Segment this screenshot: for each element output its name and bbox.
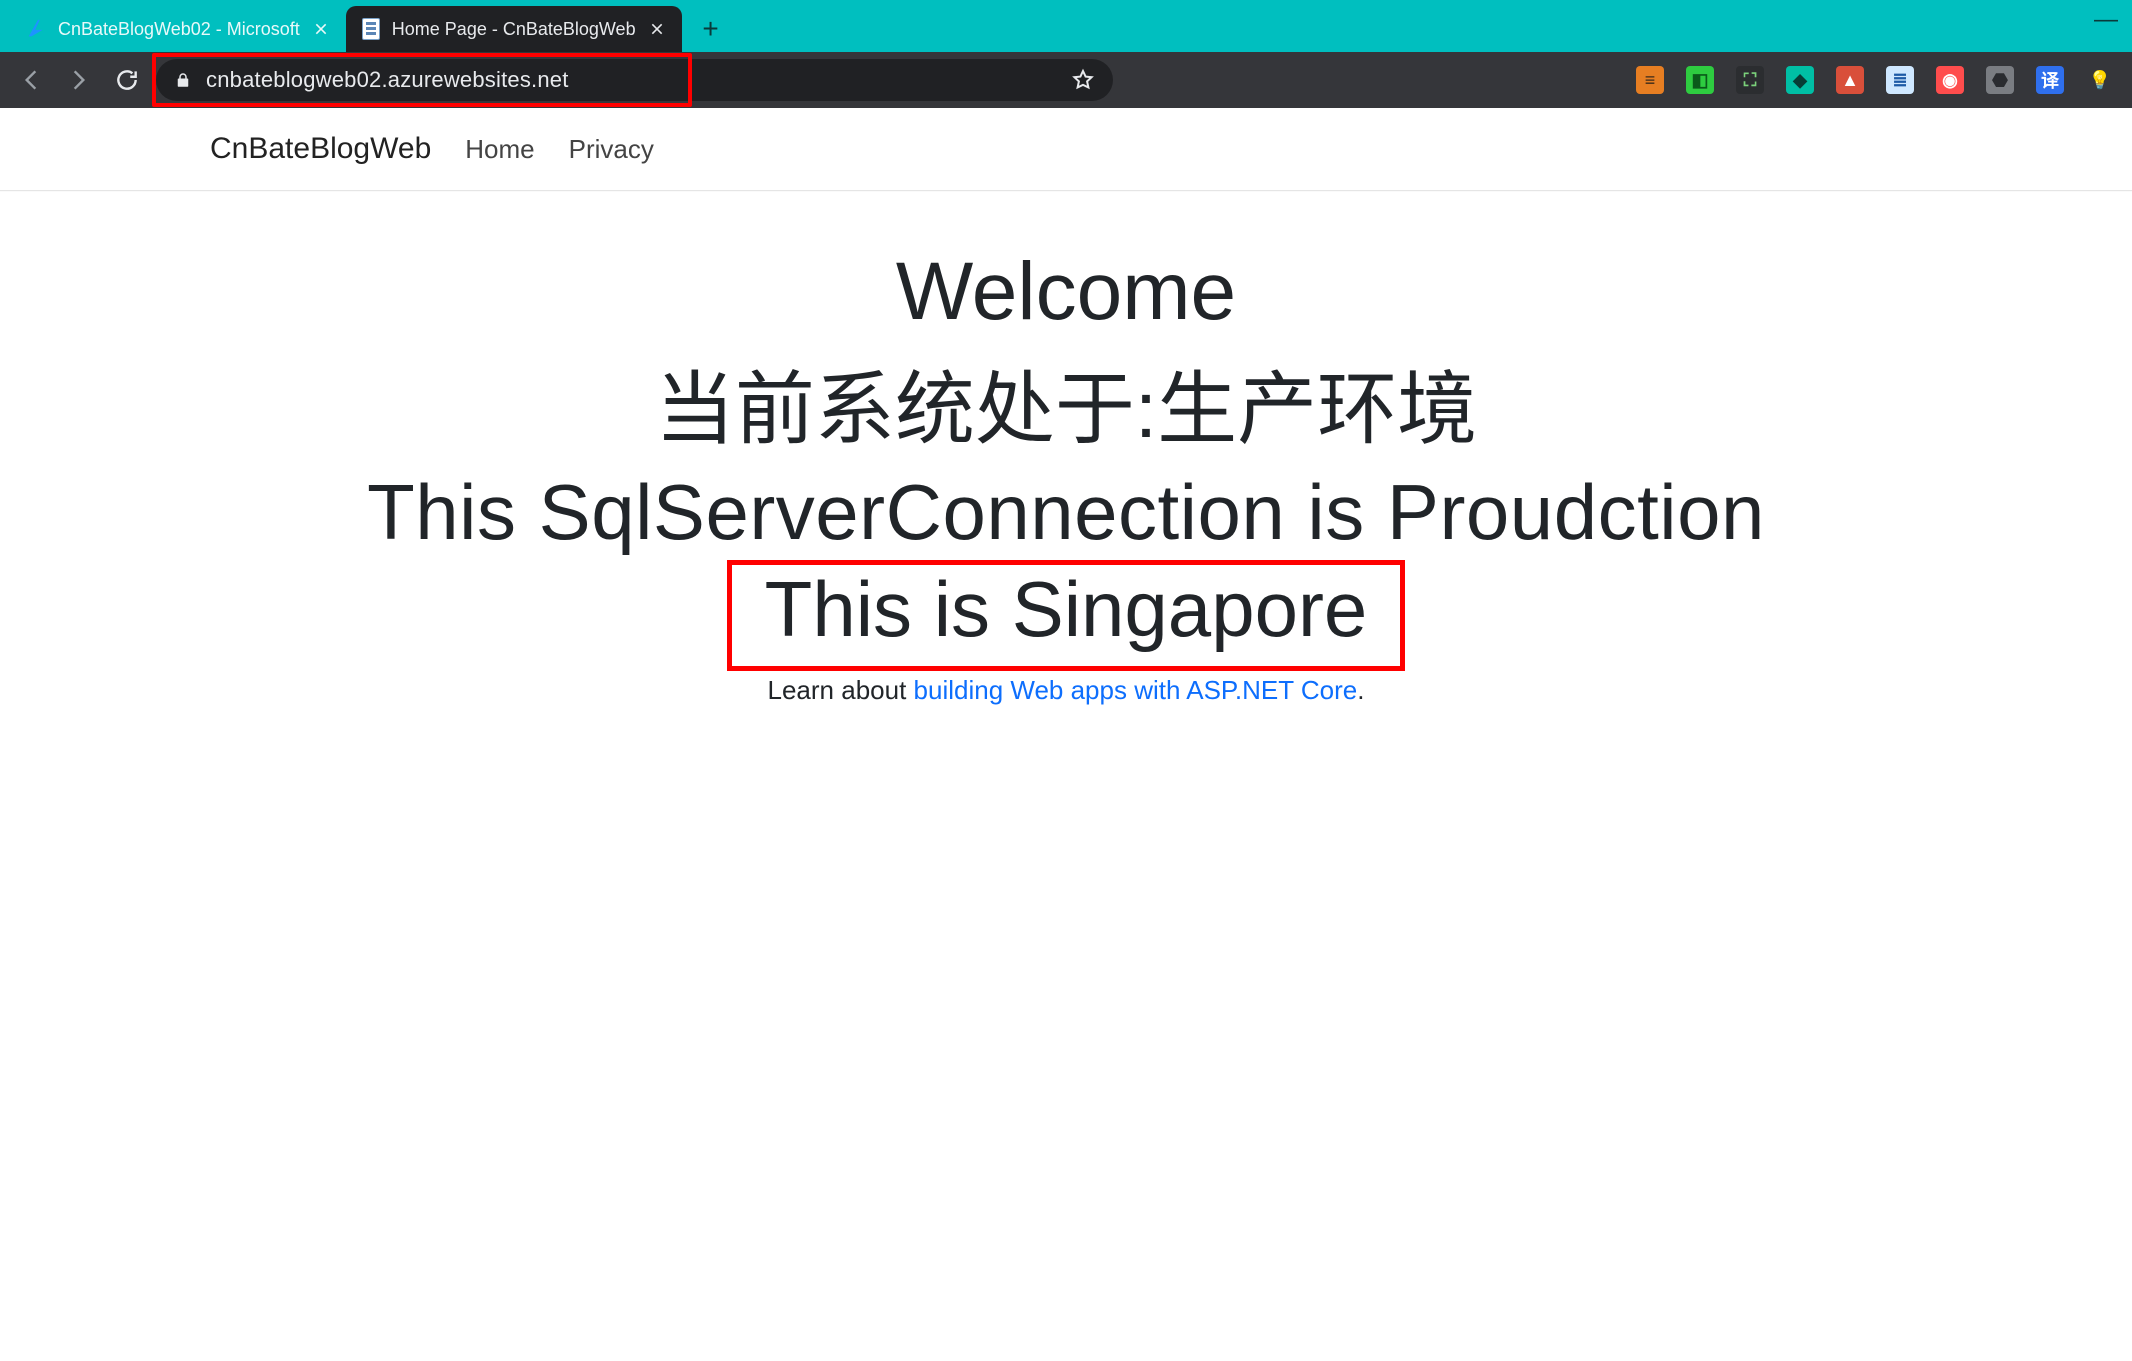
bookmark-star-icon[interactable] — [1071, 68, 1095, 92]
site-header: CnBateBlogWeb Home Privacy — [0, 108, 2132, 191]
extension-2[interactable]: ◧ — [1686, 66, 1714, 94]
learn-suffix: . — [1357, 675, 1364, 705]
page-icon — [360, 18, 382, 40]
extension-7[interactable]: ◉ — [1936, 66, 1964, 94]
azure-icon — [26, 18, 48, 40]
omnibox[interactable]: cnbateblogweb02.azurewebsites.net — [156, 59, 1113, 101]
new-tab-button[interactable]: + — [690, 8, 732, 50]
omnibox-wrap: cnbateblogweb02.azurewebsites.net — [156, 59, 1113, 101]
extension-8[interactable]: ⬣ — [1986, 66, 2014, 94]
nav-reload-button[interactable] — [108, 61, 146, 99]
page-viewport: CnBateBlogWeb Home Privacy Welcome 当前系统处… — [0, 108, 2132, 1361]
extension-10[interactable]: 💡 — [2086, 66, 2114, 94]
tab-inactive-azure[interactable]: CnBateBlogWeb02 - Microsoft — [12, 6, 346, 52]
extension-3[interactable]: ⛶ — [1736, 66, 1764, 94]
tab-title: CnBateBlogWeb02 - Microsoft — [58, 19, 300, 40]
window-controls: — — [2094, 6, 2118, 34]
tabs-row: CnBateBlogWeb02 - Microsoft Home Page - … — [12, 0, 732, 52]
omnibox-url: cnbateblogweb02.azurewebsites.net — [206, 67, 569, 93]
extensions-bar: ≡ ◧ ⛶ ◆ ▲ ≣ ◉ ⬣ 译 💡 — [1636, 66, 2120, 94]
tab-active-homepage[interactable]: Home Page - CnBateBlogWeb — [346, 6, 682, 52]
window-minimize-button[interactable]: — — [2094, 6, 2118, 34]
learn-line: Learn about building Web apps with ASP.N… — [0, 675, 2132, 706]
extension-1[interactable]: ≡ — [1636, 66, 1664, 94]
extension-4[interactable]: ◆ — [1786, 66, 1814, 94]
nav-link-privacy[interactable]: Privacy — [569, 134, 654, 165]
learn-link[interactable]: building Web apps with ASP.NET Core — [914, 675, 1358, 705]
heading-welcome: Welcome — [0, 245, 2132, 339]
site-brand[interactable]: CnBateBlogWeb — [210, 132, 431, 166]
tab-title: Home Page - CnBateBlogWeb — [392, 19, 636, 40]
extension-5[interactable]: ▲ — [1836, 66, 1864, 94]
close-icon[interactable] — [646, 18, 668, 40]
extension-6[interactable]: ≣ — [1886, 66, 1914, 94]
extension-9[interactable]: 译 — [2036, 66, 2064, 94]
nav-back-button[interactable] — [12, 61, 50, 99]
heading-environment: 当前系统处于:生产环境 — [0, 345, 2132, 461]
titlebar: CnBateBlogWeb02 - Microsoft Home Page - … — [0, 0, 2132, 52]
learn-prefix: Learn about — [768, 675, 914, 705]
nav-link-home[interactable]: Home — [465, 134, 534, 165]
lock-icon — [174, 71, 192, 89]
plus-icon: + — [702, 13, 718, 45]
close-icon[interactable] — [310, 18, 332, 40]
heading-connection: This SqlServerConnection is Proudction — [0, 467, 2132, 558]
heading-location-wrap: This is Singapore — [735, 564, 1398, 667]
nav-forward-button[interactable] — [60, 61, 98, 99]
browser-toolbar: cnbateblogweb02.azurewebsites.net ≡ ◧ ⛶ ◆ ▲ ≣… — [0, 52, 2132, 108]
page-content: Welcome 当前系统处于:生产环境 This SqlServerConnec… — [0, 191, 2132, 706]
heading-location: This is Singapore — [765, 565, 1368, 653]
